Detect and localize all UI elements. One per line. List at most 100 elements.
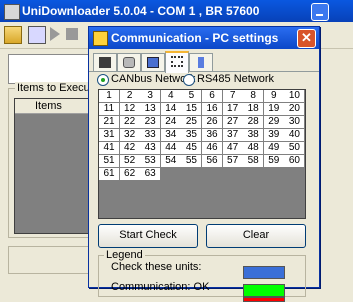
unit-cell-50[interactable]: 50 (284, 142, 306, 155)
unit-cell-20[interactable]: 20 (284, 103, 306, 116)
open-folder-icon[interactable] (4, 26, 22, 44)
unit-cell-46[interactable]: 46 (202, 142, 223, 155)
unit-cell-32[interactable]: 32 (119, 129, 141, 142)
unit-cell-39[interactable]: 39 (263, 129, 285, 142)
unit-cell-28[interactable]: 28 (243, 116, 265, 129)
unit-cell-37[interactable]: 37 (222, 129, 244, 142)
unit-grid: 1 2 3 4 5 6 7 8 9 10 11 12 13 14 15 16 17 18 19 20 21 22 23 24 2… (98, 89, 306, 219)
unit-cell-34[interactable]: 34 (160, 129, 182, 142)
unit-cell-51[interactable]: 51 (99, 155, 120, 168)
legend-group: Legend Check these units: Communication:… (98, 249, 306, 302)
unit-cell-41[interactable]: 41 (99, 142, 120, 155)
unit-cell-53[interactable]: 53 (140, 155, 162, 168)
unit-cell-15[interactable]: 15 (181, 103, 203, 116)
unit-cell-59[interactable]: 59 (263, 155, 285, 168)
legend-check-label: Check these units: (111, 261, 202, 273)
unit-cell-12[interactable]: 12 (119, 103, 141, 116)
unit-cell-45[interactable]: 45 (181, 142, 203, 155)
usb-icon (198, 57, 204, 68)
dialog-title-bar: Communication - PC settings ✕ (89, 27, 319, 49)
unit-cell-16[interactable]: 16 (202, 103, 223, 116)
unit-cell-7[interactable]: 7 (222, 90, 244, 103)
unit-cell-57[interactable]: 57 (222, 155, 244, 168)
unit-cell-60[interactable]: 60 (284, 155, 306, 168)
dialog-title: Communication - PC settings (111, 31, 279, 45)
unit-cell-22[interactable]: 22 (119, 116, 141, 129)
unit-cell-13[interactable]: 13 (140, 103, 162, 116)
unit-cell-30[interactable]: 30 (284, 116, 306, 129)
unit-cell-43[interactable]: 43 (140, 142, 162, 155)
unit-cell-33[interactable]: 33 (140, 129, 162, 142)
unit-cell-58[interactable]: 58 (243, 155, 265, 168)
unit-cell-1[interactable]: 1 (99, 90, 120, 103)
unit-cell-3[interactable]: 3 (140, 90, 162, 103)
unit-cell-14[interactable]: 14 (160, 103, 182, 116)
dialog-tab-bar (89, 51, 319, 73)
tab-network[interactable] (141, 53, 165, 71)
legend-title: Legend (104, 249, 145, 261)
unit-cell-54[interactable]: 54 (160, 155, 182, 168)
unit-cell-61[interactable]: 61 (99, 168, 120, 181)
main-window-title: UniDownloader 5.0.04 - COM 1 , BR 57600 (22, 4, 260, 18)
unit-cell-18[interactable]: 18 (243, 103, 265, 116)
unit-cell-52[interactable]: 52 (119, 155, 141, 168)
unit-cell-25[interactable]: 25 (181, 116, 203, 129)
unit-cell-5[interactable]: 5 (181, 90, 203, 103)
legend-ok-swatch (243, 284, 285, 297)
unit-cell-35[interactable]: 35 (181, 129, 203, 142)
main-title-bar: UniDownloader 5.0.04 - COM 1 , BR 57600 (0, 0, 353, 22)
network-icon[interactable] (28, 26, 46, 44)
tab-settings[interactable] (117, 53, 141, 71)
unit-cell-10[interactable]: 10 (284, 90, 306, 103)
unit-cell-62[interactable]: 62 (119, 168, 141, 181)
unit-cell-63[interactable]: 63 (140, 168, 162, 181)
unit-cell-26[interactable]: 26 (202, 116, 223, 129)
unit-cell-21[interactable]: 21 (99, 116, 120, 129)
tab-connection[interactable] (165, 51, 189, 73)
unit-cell-2[interactable]: 2 (119, 90, 141, 103)
play-icon[interactable] (50, 27, 60, 41)
unit-cell-48[interactable]: 48 (243, 142, 265, 155)
tab-usb[interactable] (189, 53, 213, 71)
main-top-panel (8, 54, 100, 84)
network-icon (147, 57, 159, 68)
unit-cell-29[interactable]: 29 (263, 116, 285, 129)
calculator-icon (99, 57, 111, 68)
rs485-label[interactable]: RS485 Network (197, 73, 274, 85)
rs485-radio[interactable] (183, 74, 195, 86)
unit-cell-4[interactable]: 4 (160, 90, 182, 103)
unit-cell-55[interactable]: 55 (181, 155, 203, 168)
unit-cell-27[interactable]: 27 (222, 116, 244, 129)
unit-cell-38[interactable]: 38 (243, 129, 265, 142)
unit-cell-24[interactable]: 24 (160, 116, 182, 129)
stop-icon[interactable] (66, 28, 78, 40)
unit-cell-40[interactable]: 40 (284, 129, 306, 142)
unit-cell-17[interactable]: 17 (222, 103, 244, 116)
canbus-radio[interactable] (97, 74, 109, 86)
close-button[interactable]: ✕ (297, 29, 316, 48)
unit-cell-49[interactable]: 49 (263, 142, 285, 155)
minimize-button[interactable] (311, 3, 329, 21)
clear-button[interactable]: Clear (206, 224, 306, 248)
unit-cell-8[interactable]: 8 (243, 90, 265, 103)
tab-calculator[interactable] (93, 53, 117, 71)
unit-cell-56[interactable]: 56 (202, 155, 223, 168)
unit-cell-11[interactable]: 11 (99, 103, 120, 116)
main-bottom-panel (8, 246, 100, 274)
unit-cell-9[interactable]: 9 (263, 90, 285, 103)
unit-cell-31[interactable]: 31 (99, 129, 120, 142)
unit-cell-42[interactable]: 42 (119, 142, 141, 155)
legend-ok-label: Communication: OK (111, 281, 210, 293)
unit-cell-19[interactable]: 19 (263, 103, 285, 116)
connection-icon (171, 56, 183, 67)
unit-cell-36[interactable]: 36 (202, 129, 223, 142)
unit-cell-44[interactable]: 44 (160, 142, 182, 155)
start-check-button[interactable]: Start Check (98, 224, 198, 248)
legend-error-swatch (243, 297, 285, 302)
unit-cell-6[interactable]: 6 (202, 90, 223, 103)
dialog-app-icon (93, 31, 108, 46)
settings-icon (123, 57, 135, 68)
unit-cell-23[interactable]: 23 (140, 116, 162, 129)
unit-cell-47[interactable]: 47 (222, 142, 244, 155)
legend-check-swatch (243, 266, 285, 279)
